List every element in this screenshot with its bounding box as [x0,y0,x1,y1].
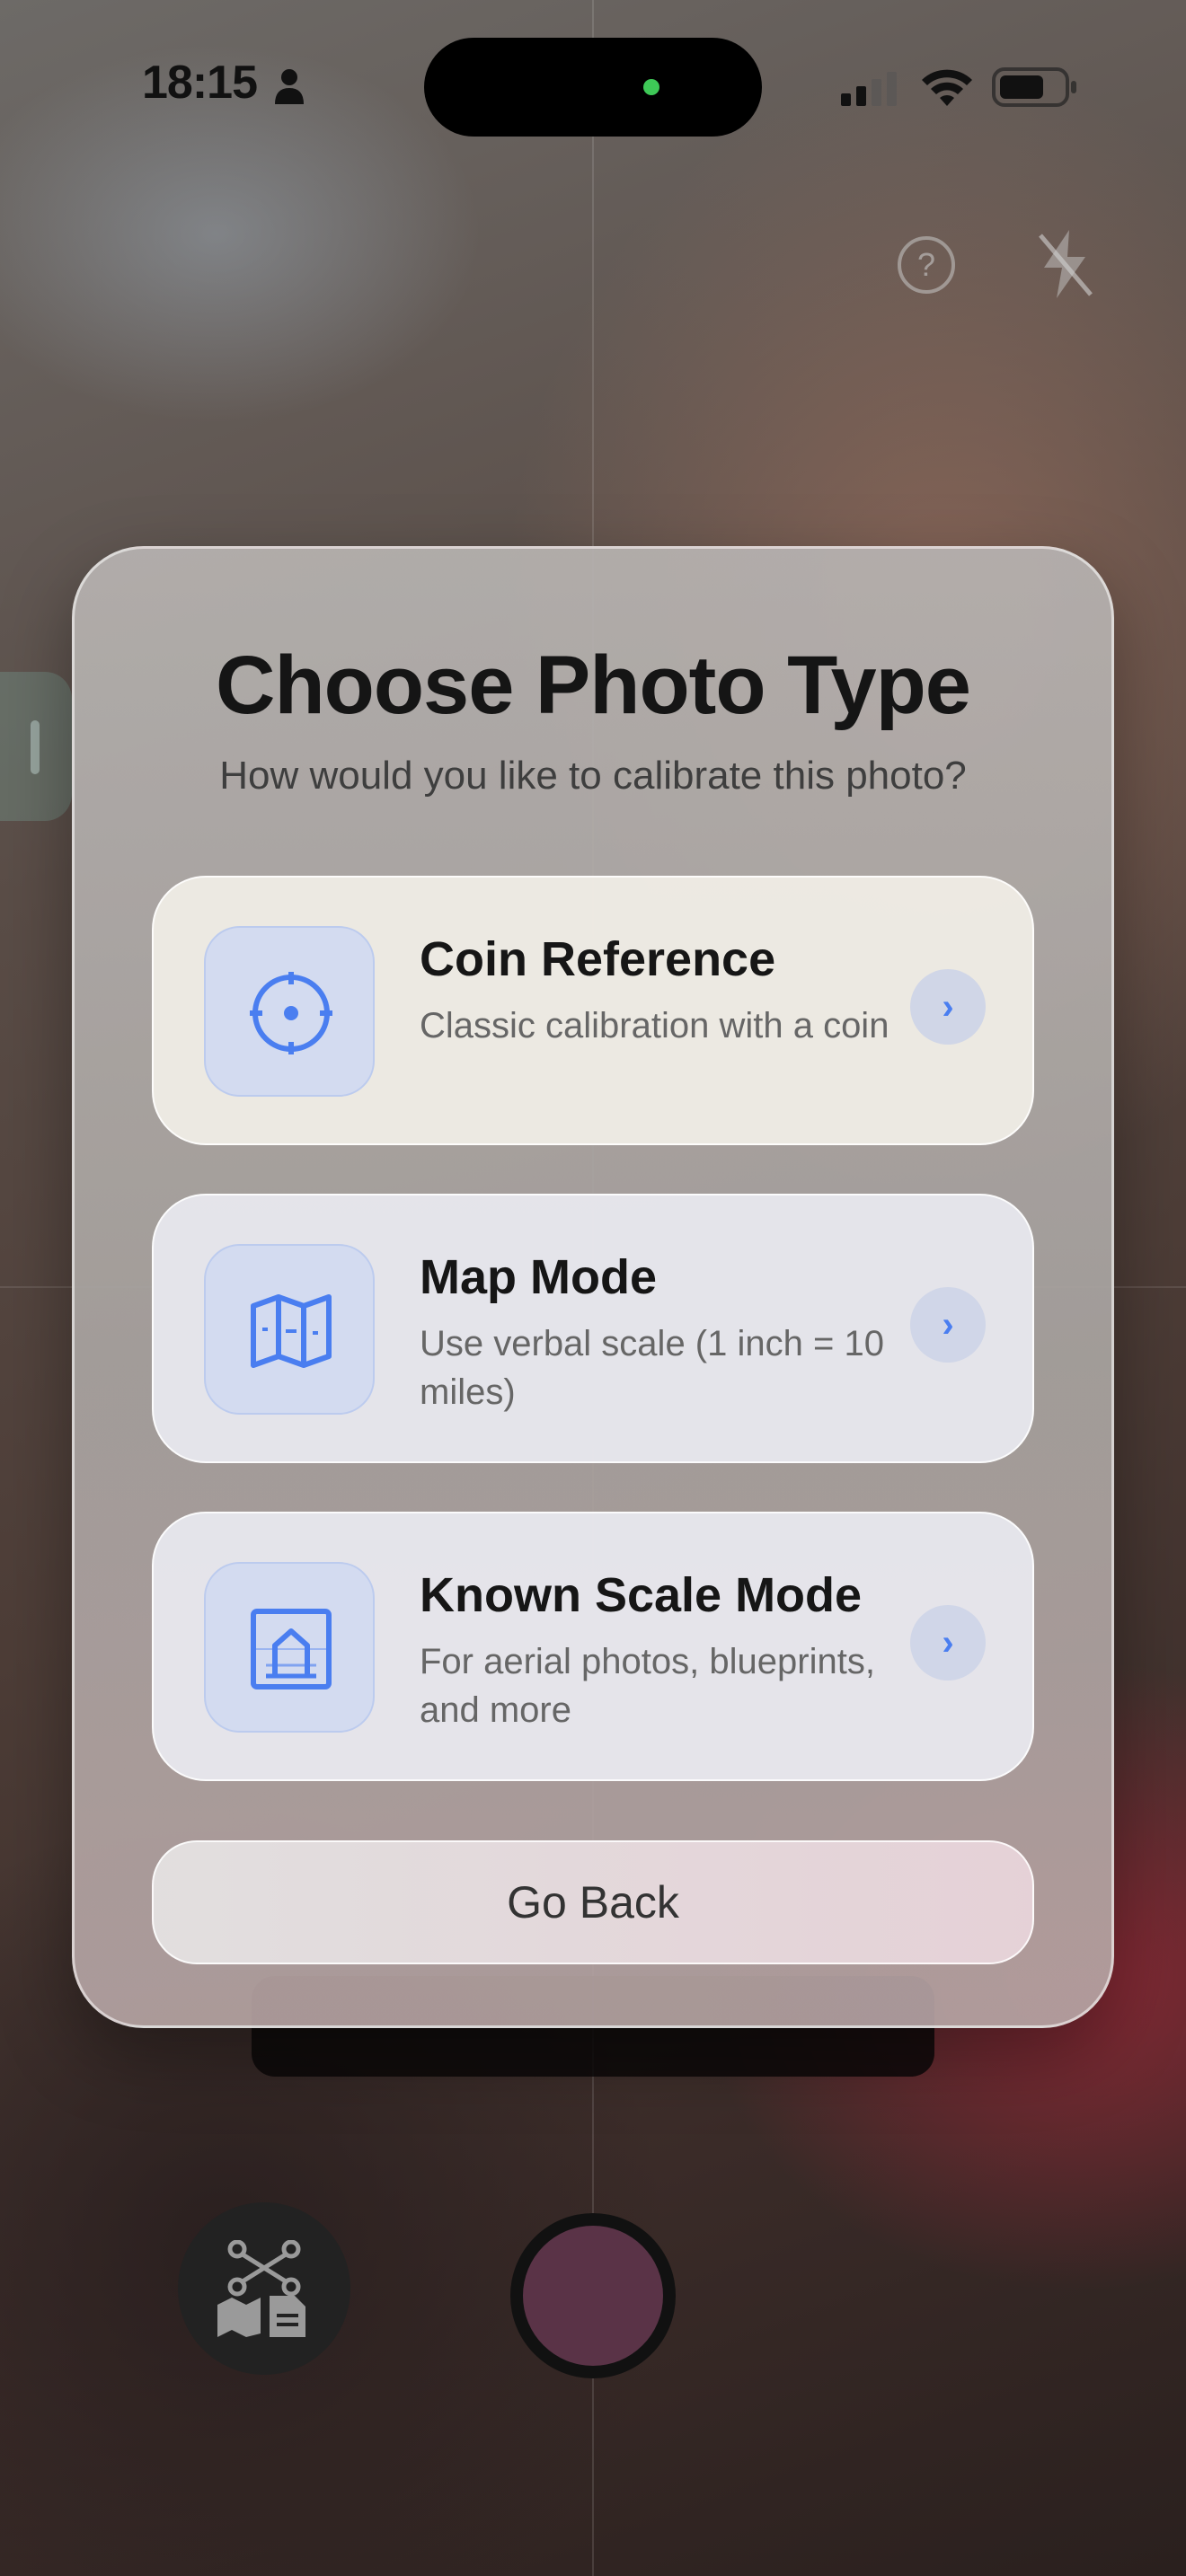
dynamic-island [424,38,762,137]
option-title: Map Mode [420,1250,657,1304]
dialog-title: Choose Photo Type [216,640,971,731]
shutter-inner [523,2226,663,2366]
status-time: 18:15 [142,57,258,109]
option-title: Coin Reference [420,932,776,986]
chevron-right-icon: › [910,1605,986,1681]
mode-switch-button[interactable] [178,2202,350,2375]
person-icon [275,69,304,104]
coin-target-icon [204,926,375,1097]
go-back-button[interactable]: Go Back [152,1840,1034,1964]
cellular-signal-icon [841,72,897,106]
option-known-scale-mode[interactable]: Known Scale Mode For aerial photos, blue… [152,1512,1034,1781]
camera-in-use-indicator [643,79,659,95]
map-icon [204,1244,375,1415]
option-coin-reference[interactable]: Coin Reference Classic calibration with … [152,876,1034,1145]
chevron-right-icon: › [910,1287,986,1363]
photo-type-dialog: Choose Photo Type How would you like to … [72,546,1114,2028]
option-title: Known Scale Mode [420,1568,863,1622]
option-map-mode[interactable]: Map Mode Use verbal scale (1 inch = 10 m… [152,1194,1034,1463]
chevron-right-icon: › [910,969,986,1045]
option-description: Use verbal scale (1 inch = 10 miles) [420,1324,884,1412]
option-description: For aerial photos, blueprints, and more [420,1642,875,1730]
battery-icon [992,67,1076,107]
blueprint-icon [204,1562,375,1733]
option-description: Classic calibration with a coin [420,1006,890,1045]
wifi-icon [922,69,972,106]
shutter-button[interactable] [510,2213,676,2378]
help-icon[interactable]: ? [897,235,956,295]
side-drawer-handle[interactable] [0,672,72,821]
dialog-subtitle: How would you like to calibrate this pho… [219,754,967,798]
flash-off-icon[interactable] [1035,228,1096,300]
svg-text:?: ? [917,246,935,283]
map-document-icon [217,2240,305,2337]
